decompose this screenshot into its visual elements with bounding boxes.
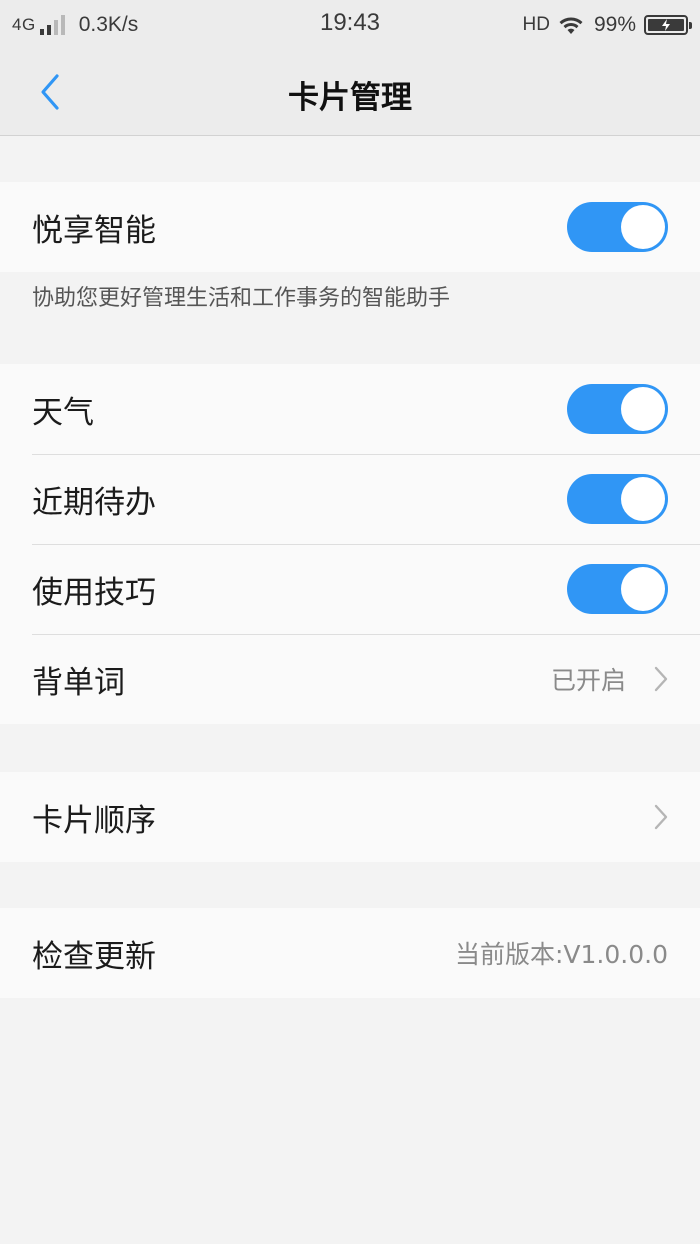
tips-row: 使用技巧 [0, 544, 700, 634]
order-section: 卡片顺序 [0, 772, 700, 862]
card-order-row[interactable]: 卡片顺序 [0, 772, 700, 862]
hd-indicator: HD [522, 14, 550, 35]
wifi-icon [559, 17, 583, 34]
check-update-row[interactable]: 检查更新 当前版本:V1.0.0.0 [0, 908, 700, 998]
weather-row: 天气 [0, 364, 700, 454]
smart-description: 协助您更好管理生活和工作事务的智能助手 [32, 286, 451, 311]
weather-toggle[interactable] [567, 384, 668, 434]
chevron-right-icon [654, 804, 668, 830]
charging-bolt-icon [662, 19, 670, 31]
tips-toggle[interactable] [567, 564, 668, 614]
todo-toggle[interactable] [567, 474, 668, 524]
smart-toggle[interactable] [567, 202, 668, 252]
todo-label: 近期待办 [32, 484, 156, 521]
version-text: 当前版本:V1.0.0.0 [455, 940, 668, 969]
battery-percent: 99% [593, 13, 636, 36]
status-bar: 4G 0.3K/s 19:43 HD 99% [0, 0, 700, 50]
vocabulary-label: 背单词 [32, 664, 125, 701]
vocabulary-status: 已开启 [550, 666, 626, 695]
page-title: 卡片管理 [288, 80, 412, 116]
battery-icon [644, 15, 692, 35]
chevron-right-icon [654, 666, 668, 692]
update-section: 检查更新 当前版本:V1.0.0.0 [0, 908, 700, 998]
card-order-label: 卡片顺序 [32, 802, 156, 839]
smart-label: 悦享智能 [32, 212, 156, 249]
todo-row: 近期待办 [0, 454, 700, 544]
cards-section: 天气 近期待办 使用技巧 背单词 已开启 [0, 364, 700, 724]
check-update-label: 检查更新 [32, 938, 156, 975]
vocabulary-row[interactable]: 背单词 已开启 [0, 634, 700, 724]
navigation-bar: 卡片管理 [0, 50, 700, 136]
tips-label: 使用技巧 [32, 574, 156, 611]
weather-label: 天气 [32, 394, 94, 431]
smart-row: 悦享智能 [0, 182, 700, 272]
smart-section: 悦享智能 [0, 182, 700, 272]
